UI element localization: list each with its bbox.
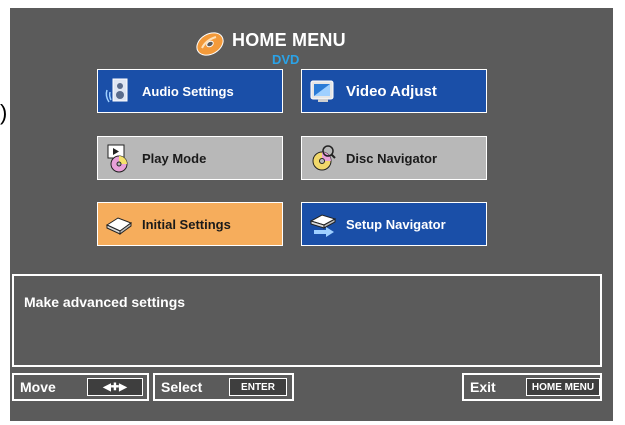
move-hint: Move ◀✚▶: [12, 373, 149, 401]
select-hint: Select ENTER: [153, 373, 294, 401]
player-icon: [105, 217, 133, 235]
video-adjust-button[interactable]: Video Adjust: [301, 69, 487, 113]
audio-settings-button[interactable]: Audio Settings: [97, 69, 283, 113]
initial-settings-button[interactable]: Initial Settings: [97, 202, 283, 246]
disc-navigator-button[interactable]: Disc Navigator: [301, 136, 487, 180]
menu-header: HOME MENU DVD: [10, 22, 613, 70]
move-label: Move: [20, 379, 56, 395]
select-label: Select: [161, 379, 203, 395]
play-mode-label: Play Mode: [142, 150, 207, 166]
home-menu-key-icon: HOME MENU: [526, 378, 600, 396]
video-adjust-label: Video Adjust: [346, 82, 437, 100]
menu-title: HOME MENU: [232, 30, 346, 50]
setup-navigator-button[interactable]: Setup Navigator: [301, 202, 487, 246]
disc-navigator-label: Disc Navigator: [346, 150, 438, 166]
tv-icon: [310, 80, 334, 102]
initial-settings-label: Initial Settings: [142, 216, 231, 232]
page-parenthesis: ): [0, 100, 8, 125]
play-mode-icon: [107, 144, 128, 173]
play-mode-button[interactable]: Play Mode: [97, 136, 283, 180]
exit-hint: Exit HOME MENU: [462, 373, 602, 401]
disc-navigator-icon: [312, 145, 336, 171]
menu-subtitle: DVD: [272, 52, 300, 67]
setup-navigator-label: Setup Navigator: [346, 216, 446, 232]
speaker-icon: [105, 78, 128, 103]
audio-settings-label: Audio Settings: [142, 83, 234, 99]
description-text: Make advanced settings: [24, 294, 186, 310]
arrow-keys-icon: ◀✚▶: [87, 378, 143, 396]
home-menu-screen: HOME MENU DVD Audio Settings Video Adjus…: [10, 8, 613, 421]
disc-icon: [196, 32, 224, 56]
setup-navigator-icon: [309, 214, 337, 237]
description-panel: Make advanced settings: [12, 274, 602, 367]
exit-label: Exit: [470, 379, 496, 395]
enter-key-icon: ENTER: [229, 378, 287, 396]
